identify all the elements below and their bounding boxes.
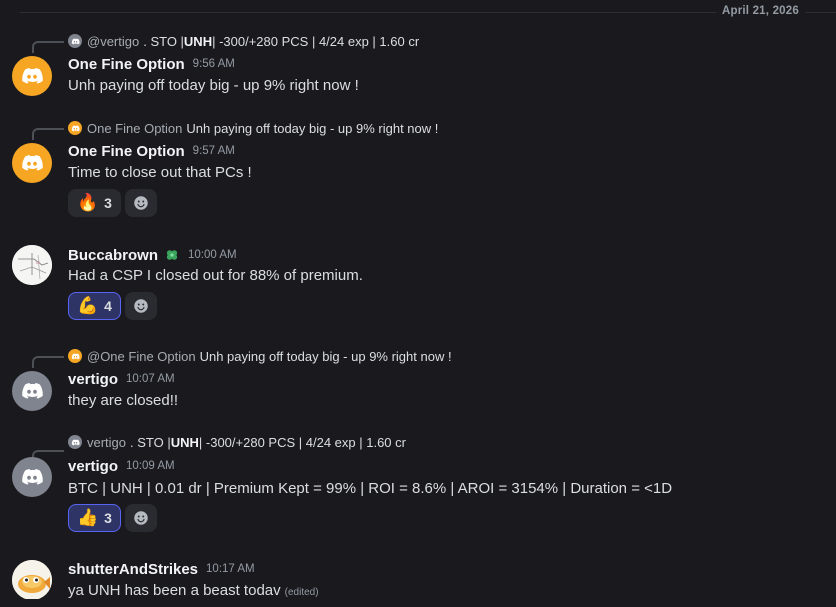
message-text: they are closed!!: [68, 392, 179, 409]
message-text: Had a CSP I closed out for 88% of premiu…: [68, 267, 363, 284]
timestamp[interactable]: 10:00 AM: [188, 249, 237, 261]
reply-text-post: | -300/+280 PCS | 4/24 exp | 1.60 cr: [198, 434, 406, 450]
composer-edge: [0, 599, 836, 607]
timestamp[interactable]: 10:07 AM: [126, 373, 175, 385]
timestamp[interactable]: 9:57 AM: [193, 145, 235, 157]
add-reaction-button[interactable]: [124, 504, 157, 532]
message-text: Unh paying off today big - up 9% right n…: [68, 77, 359, 94]
fire-icon: 🔥: [77, 193, 99, 213]
reply-text-bold: UNH: [183, 33, 213, 49]
discord-logo-icon: [22, 383, 43, 399]
smiley-icon: [134, 511, 148, 525]
map-avatar-icon: [12, 245, 52, 285]
reactions-bar: 💪 4: [68, 292, 157, 322]
avatar[interactable]: [12, 371, 52, 411]
reactions-bar: 👍 3: [68, 504, 157, 534]
reply-text-bold: UNH: [170, 434, 199, 450]
fish-avatar-icon: [12, 560, 52, 600]
author-name[interactable]: Buccabrown: [68, 247, 158, 264]
author-name[interactable]: One Fine Option: [68, 56, 185, 73]
discord-logo-icon: [22, 469, 43, 485]
reactions-bar: 🔥 3: [68, 189, 157, 219]
avatar[interactable]: [12, 457, 52, 497]
reply-preview[interactable]: @vertigo . STO | UNH | -300/+280 PCS | 4…: [68, 33, 419, 49]
edited-label: (edited): [284, 587, 319, 598]
reply-author[interactable]: One Fine Option: [87, 121, 182, 136]
reaction-count: 3: [104, 510, 112, 526]
reply-connector: [32, 356, 64, 368]
message-text: Time to close out that PCs !: [68, 164, 252, 181]
reply-connector: [32, 41, 64, 53]
reply-text-pre: . STO |: [130, 434, 171, 450]
discord-logo-icon: [22, 155, 43, 171]
avatar[interactable]: [12, 56, 52, 96]
reply-avatar-icon: [68, 34, 82, 48]
avatar[interactable]: [12, 560, 52, 600]
reply-avatar-icon: [68, 121, 82, 135]
smiley-icon: [134, 299, 148, 313]
reply-avatar-icon: [68, 349, 82, 363]
timestamp[interactable]: 10:17 AM: [206, 563, 255, 575]
clover-badge-icon: [166, 250, 178, 260]
reply-text: Unh paying off today big - up 9% right n…: [186, 120, 439, 136]
reply-preview[interactable]: One Fine Option Unh paying off today big…: [68, 120, 438, 136]
reaction-count: 4: [104, 298, 112, 314]
reply-connector: [32, 128, 64, 140]
reaction-flexed-biceps[interactable]: 💪 4: [68, 292, 121, 320]
date-divider-label: April 21, 2026: [716, 5, 805, 17]
timestamp[interactable]: 10:09 AM: [126, 460, 175, 472]
reply-preview[interactable]: @One Fine Option Unh paying off today bi…: [68, 348, 452, 364]
add-reaction-button[interactable]: [124, 292, 157, 320]
author-name[interactable]: vertigo: [68, 371, 118, 388]
reply-author[interactable]: @vertigo: [87, 34, 139, 49]
author-name[interactable]: vertigo: [68, 458, 118, 475]
add-reaction-button[interactable]: [124, 189, 157, 217]
discord-logo-icon: [22, 68, 43, 84]
reply-avatar-icon: [68, 435, 82, 449]
reaction-fire[interactable]: 🔥 3: [68, 189, 121, 217]
message-text-content: ya UNH has been a beast todav: [68, 582, 281, 599]
reaction-count: 3: [104, 195, 112, 211]
message-text: BTC | UNH | 0.01 dr | Premium Kept = 99%…: [68, 480, 673, 497]
date-divider-line: [20, 12, 836, 13]
reply-text-pre: . STO |: [143, 33, 184, 49]
reply-author[interactable]: @One Fine Option: [87, 349, 196, 364]
author-name[interactable]: shutterAndStrikes: [68, 561, 198, 578]
reply-text: Unh paying off today big - up 9% right n…: [199, 348, 452, 364]
reply-text-post: | -300/+280 PCS | 4/24 exp | 1.60 cr: [212, 33, 420, 49]
reply-author[interactable]: vertigo: [87, 435, 126, 450]
avatar[interactable]: [12, 143, 52, 183]
avatar[interactable]: [12, 245, 52, 285]
flexed-biceps-icon: 💪: [77, 296, 99, 316]
smiley-icon: [134, 196, 148, 210]
reaction-thumbs-up[interactable]: 👍 3: [68, 504, 121, 532]
timestamp[interactable]: 9:56 AM: [193, 58, 235, 70]
author-name[interactable]: One Fine Option: [68, 143, 185, 160]
thumbs-up-icon: 👍: [77, 508, 99, 528]
reply-preview[interactable]: vertigo . STO | UNH | -300/+280 PCS | 4/…: [68, 434, 406, 450]
